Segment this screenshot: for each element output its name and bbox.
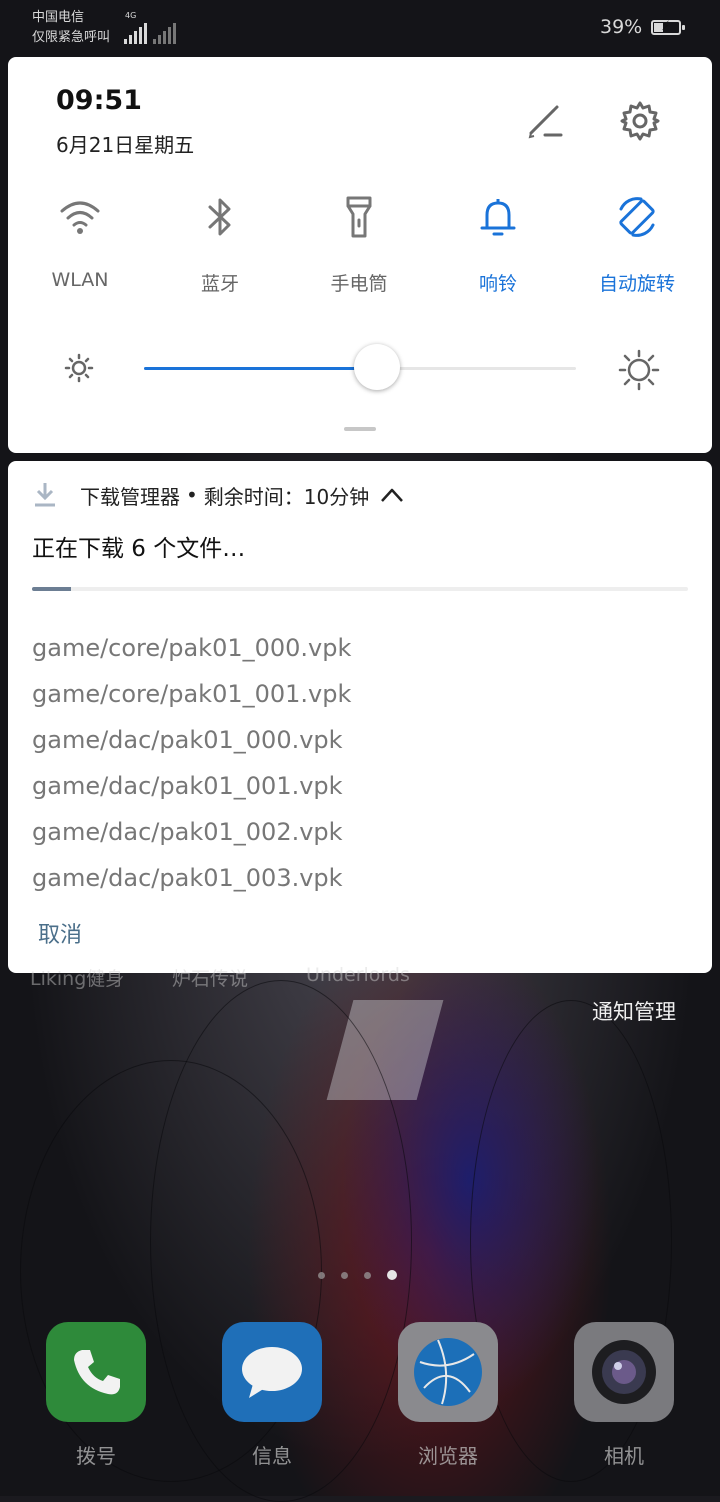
carrier-info: 中国电信 仅限紧急呼叫 <box>32 8 110 48</box>
bell-icon <box>474 193 522 241</box>
browser-icon <box>398 1322 498 1422</box>
obscured-app-label: Underlords <box>306 964 410 986</box>
file-list: game/core/pak01_000.vpk game/core/pak01_… <box>32 625 351 901</box>
flashlight-icon <box>335 193 383 241</box>
clock-time[interactable]: 09:51 <box>56 85 142 116</box>
status-bar: 中国电信 仅限紧急呼叫 4G 39% ⚡ <box>0 0 720 56</box>
tile-label: 自动旋转 <box>598 273 675 295</box>
dock-app-browser[interactable]: 浏览器 <box>396 1322 500 1469</box>
wifi-icon <box>56 193 104 241</box>
list-item: game/core/pak01_001.vpk <box>32 680 352 708</box>
notification-separator: • <box>186 483 198 507</box>
dock-app-label: 相机 <box>604 1444 644 1468</box>
page-dot <box>341 1271 348 1279</box>
notification-header: 下载管理器 • 剩余时间：10分钟 <box>32 481 405 509</box>
tile-auto-rotate[interactable]: 自动旋转 <box>577 193 697 296</box>
tile-label: 蓝牙 <box>200 273 239 295</box>
dock-app-phone[interactable]: 拨号 <box>44 1322 148 1469</box>
notification-time-remaining: 剩余时间：10分钟 <box>203 484 370 509</box>
brightness-control <box>8 327 712 407</box>
tile-label: 响铃 <box>478 273 517 295</box>
dock-app-label: 信息 <box>252 1444 292 1468</box>
battery-percent: 39% <box>600 16 643 38</box>
list-item: game/dac/pak01_003.vpk <box>32 864 343 892</box>
dock-app-label: 拨号 <box>76 1444 116 1468</box>
download-notification[interactable]: 下载管理器 • 剩余时间：10分钟 正在下载 6 个文件… game/core/… <box>8 461 712 973</box>
chevron-up-icon[interactable] <box>379 486 405 504</box>
dock-app-label: 浏览器 <box>418 1444 478 1468</box>
list-item: game/core/pak01_000.vpk <box>32 634 352 662</box>
emergency-only-label: 仅限紧急呼叫 <box>32 30 111 45</box>
page-dot <box>318 1271 325 1279</box>
charging-bolt-icon: ⚡ <box>661 19 671 34</box>
bluetooth-icon <box>196 193 244 241</box>
notification-management-button[interactable]: 通知管理 <box>592 996 676 1026</box>
list-item: game/dac/pak01_002.vpk <box>32 818 343 846</box>
list-item: game/dac/pak01_000.vpk <box>32 726 343 754</box>
dock-app-messages[interactable]: 信息 <box>220 1322 324 1469</box>
settings-button[interactable] <box>616 97 664 145</box>
panel-drag-handle[interactable] <box>344 427 376 431</box>
clock-date[interactable]: 6月21日星期五 <box>56 129 194 158</box>
auto-rotate-icon <box>613 193 661 241</box>
brightness-slider-thumb[interactable] <box>354 344 401 390</box>
tile-wlan[interactable]: WLAN <box>20 193 140 291</box>
brightness-slider-fill <box>144 367 378 370</box>
tile-label: WLAN <box>51 269 109 291</box>
page-dot-active <box>387 1270 397 1280</box>
page-indicator <box>318 1270 397 1280</box>
download-progress-fill <box>32 587 72 591</box>
obscured-app-label: Liking健身 <box>30 968 125 990</box>
notification-title: 正在下载 6 个文件… <box>32 536 246 562</box>
tile-flashlight[interactable]: 手电筒 <box>299 193 419 296</box>
brightness-high-icon <box>618 349 660 391</box>
download-progress-bar <box>32 587 688 591</box>
list-item: game/dac/pak01_001.vpk <box>32 772 343 800</box>
signal-strength-icon: 4G <box>124 11 147 44</box>
cancel-button[interactable]: 取消 <box>38 917 82 949</box>
message-icon <box>222 1322 322 1422</box>
brightness-slider[interactable] <box>144 344 576 390</box>
pencil-icon <box>528 105 563 139</box>
camera-icon <box>574 1322 674 1422</box>
obscured-app-label: 炉石传说 <box>172 968 249 990</box>
page-dot <box>364 1271 371 1279</box>
battery-icon: ⚡ <box>651 19 685 35</box>
notification-app-name: 下载管理器 <box>80 484 180 509</box>
tile-ring[interactable]: 响铃 <box>438 193 558 296</box>
tile-label: 手电筒 <box>330 273 388 295</box>
brightness-low-icon <box>64 353 94 383</box>
dock-app-camera[interactable]: 相机 <box>572 1322 676 1469</box>
signal-indicators: 4G <box>124 11 176 44</box>
carrier-name: 中国电信 <box>32 10 85 25</box>
phone-icon <box>46 1322 146 1422</box>
network-type: 4G <box>125 11 137 20</box>
download-icon <box>35 483 55 507</box>
sim2-signal-icon <box>153 23 176 44</box>
quick-settings-panel: 09:51 6月21日星期五 WLAN 蓝牙 手电筒 响铃 自动旋转 <box>8 57 712 453</box>
edit-button[interactable] <box>521 97 569 145</box>
gear-icon <box>620 101 660 141</box>
tile-bluetooth[interactable]: 蓝牙 <box>160 193 280 296</box>
